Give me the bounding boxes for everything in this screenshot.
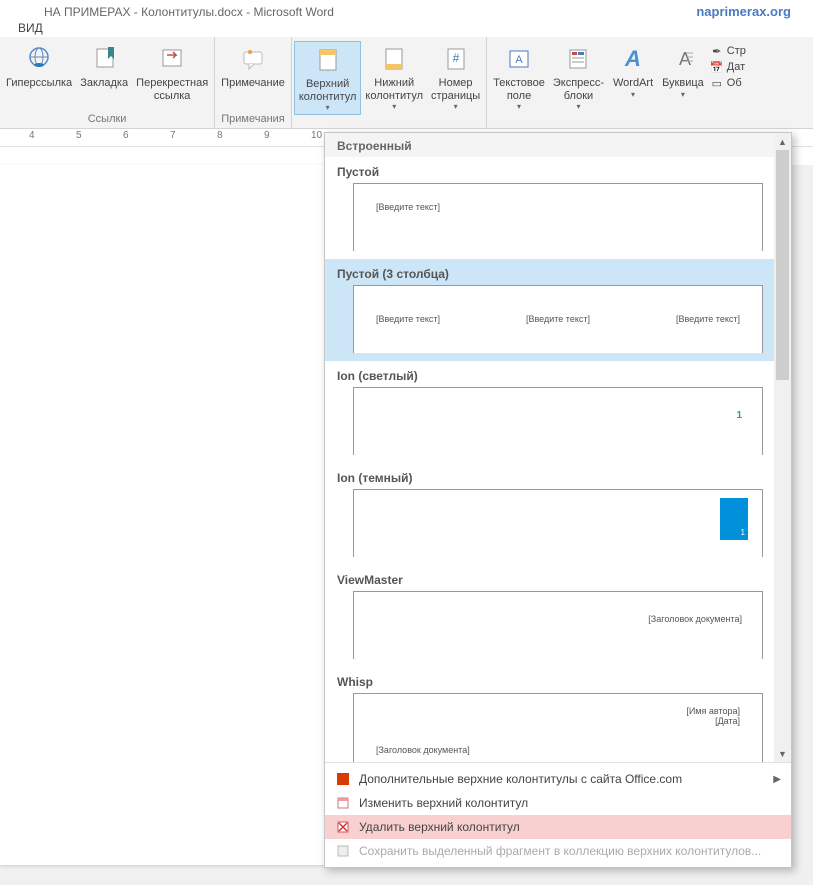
chevron-down-icon: ▾ — [326, 103, 330, 112]
svg-text:A: A — [515, 54, 523, 66]
chevron-down-icon: ▾ — [392, 102, 396, 111]
gallery-scrollbar[interactable]: ▲ ▼ — [774, 133, 791, 762]
header-button[interactable]: Верхний колонтитул▾ — [294, 41, 362, 115]
group-label-comments: Примечания — [217, 113, 289, 126]
textbox-icon: A — [503, 43, 535, 75]
scroll-down-icon[interactable]: ▼ — [774, 745, 791, 762]
ribbon: Гиперссылка Закладка Перекрестная ссылка… — [0, 37, 813, 129]
footer-button[interactable]: Нижний колонтитул▾ — [361, 41, 427, 115]
gallery-item-whisp[interactable]: Whisp [Имя автора] [Дата] [Заголовок док… — [325, 667, 791, 762]
group-comments: Примечание Примечания — [215, 37, 292, 128]
title-bar: НА ПРИМЕРАХ - Колонтитулы.docx - Microso… — [0, 0, 813, 19]
preview: [Заголовок документа] — [353, 591, 763, 659]
signature-icon: ✒ — [710, 44, 724, 58]
group-headerfooter: Верхний колонтитул▾ Нижний колонтитул▾ #… — [292, 37, 487, 128]
office-icon — [335, 771, 351, 787]
comment-icon — [237, 43, 269, 75]
crossref-button[interactable]: Перекрестная ссылка — [132, 41, 212, 104]
remove-header-icon — [335, 819, 351, 835]
comment-button[interactable]: Примечание — [217, 41, 289, 92]
group-text: A Текстовое поле▾ Экспресс- блоки▾ A Wor… — [487, 37, 813, 128]
chevron-down-icon: ▾ — [681, 90, 685, 99]
small-commands: ✒Стр 📅Дат ▭Об — [708, 41, 748, 93]
gallery-item-empty3[interactable]: Пустой (3 столбца) [Введите текст] [Введ… — [325, 259, 791, 361]
header-icon — [312, 44, 344, 76]
chevron-down-icon: ▾ — [631, 90, 635, 99]
edit-header-icon — [335, 795, 351, 811]
chevron-down-icon: ▾ — [576, 102, 580, 111]
svg-text:#: # — [452, 51, 459, 65]
group-label-links: Ссылки — [2, 113, 212, 126]
edit-header-button[interactable]: Изменить верхний колонтитул — [325, 791, 791, 815]
svg-text:A: A — [679, 49, 691, 69]
wordart-icon: A — [617, 43, 649, 75]
scroll-up-icon[interactable]: ▲ — [774, 133, 791, 150]
preview: 1 — [353, 387, 763, 455]
gallery-item-empty[interactable]: Пустой [Введите текст] — [325, 157, 791, 259]
dropcap-icon: A — [667, 43, 699, 75]
group-links: Гиперссылка Закладка Перекрестная ссылка… — [0, 37, 215, 128]
remove-header-button[interactable]: Удалить верхний колонтитул — [325, 815, 791, 839]
textbox-button[interactable]: A Текстовое поле▾ — [489, 41, 549, 113]
chevron-down-icon: ▾ — [454, 102, 458, 111]
gallery-section-label: Встроенный — [325, 133, 791, 157]
ribbon-tab[interactable]: ВИД — [0, 19, 813, 37]
calendar-icon: 📅 — [710, 60, 724, 74]
save-selection-button: Сохранить выделенный фрагмент в коллекци… — [325, 839, 791, 863]
quickparts-button[interactable]: Экспресс- блоки▾ — [549, 41, 608, 113]
save-gallery-icon — [335, 843, 351, 859]
object-button[interactable]: ▭Об — [710, 75, 746, 91]
header-gallery: Встроенный Пустой [Введите текст] Пустой… — [324, 132, 792, 868]
globe-icon — [23, 43, 55, 75]
quickparts-icon — [562, 43, 594, 75]
object-icon: ▭ — [710, 76, 724, 90]
window-title: НА ПРИМЕРАХ - Колонтитулы.docx - Microso… — [44, 5, 334, 19]
footer-icon — [378, 43, 410, 75]
gallery-footer: Дополнительные верхние колонтитулы с сай… — [325, 762, 791, 867]
dropcap-button[interactable]: A Буквица▾ — [658, 41, 708, 101]
svg-text:A: A — [624, 46, 641, 71]
wordart-button[interactable]: A WordArt▾ — [608, 41, 658, 101]
more-from-office-button[interactable]: Дополнительные верхние колонтитулы с сай… — [325, 767, 791, 791]
signature-line-button[interactable]: ✒Стр — [710, 43, 746, 59]
bookmark-button[interactable]: Закладка — [76, 41, 132, 104]
chevron-right-icon: ▶ — [773, 774, 781, 785]
preview: [Введите текст] [Введите текст] [Введите… — [353, 285, 763, 353]
watermark-link[interactable]: naprimerax.org — [696, 4, 805, 19]
gallery-item-ion-light[interactable]: Ion (светлый) 1 — [325, 361, 791, 463]
preview: [Введите текст] — [353, 183, 763, 251]
preview: 1 — [353, 489, 763, 557]
scroll-thumb[interactable] — [776, 150, 789, 380]
preview: [Имя автора] [Дата] [Заголовок документа… — [353, 693, 763, 762]
gallery-item-ion-dark[interactable]: Ion (темный) 1 — [325, 463, 791, 565]
page[interactable] — [0, 165, 330, 865]
hyperlink-button[interactable]: Гиперссылка — [2, 41, 76, 104]
crossref-icon — [156, 43, 188, 75]
chevron-down-icon: ▾ — [517, 102, 521, 111]
gallery-item-viewmaster[interactable]: ViewMaster [Заголовок документа] — [325, 565, 791, 667]
pagenum-button[interactable]: # Номер страницы▾ — [427, 41, 484, 115]
date-time-button[interactable]: 📅Дат — [710, 59, 746, 75]
pagenum-icon: # — [440, 43, 472, 75]
bookmark-icon — [88, 43, 120, 75]
